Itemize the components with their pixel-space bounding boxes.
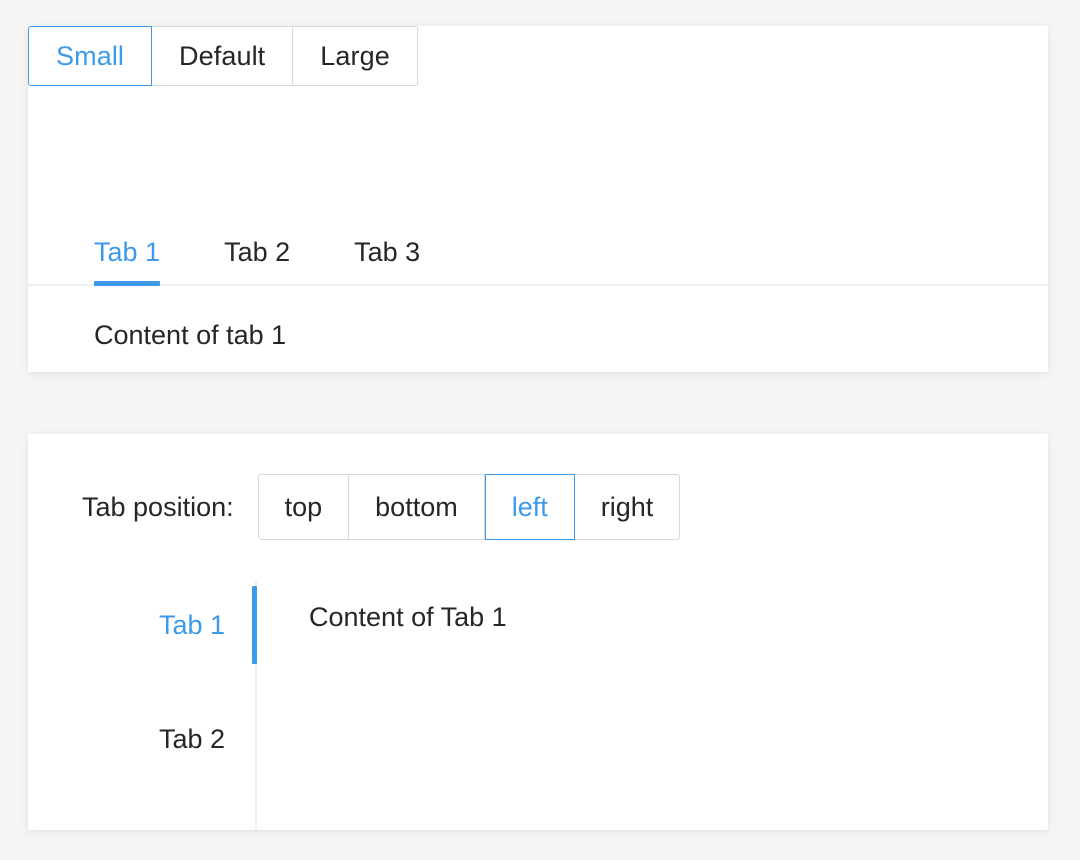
vertical-tab-2[interactable]: Tab 2: [28, 700, 255, 778]
tab-1[interactable]: Tab 1: [94, 237, 160, 284]
vertical-tab-gap: [28, 664, 255, 700]
page-root: Small Default Large Tab 1 Tab 2 Tab 3: [0, 0, 1080, 860]
tab-size-option-default-label: Default: [179, 41, 265, 72]
top-tabs-panel: Content of tab 1: [28, 286, 1048, 351]
tab-2-label: Tab 2: [224, 237, 290, 267]
tab-size-option-large[interactable]: Large: [293, 26, 418, 86]
tab-size-option-small-label: Small: [56, 41, 124, 72]
tab-position-label: Tab position:: [82, 492, 234, 523]
tab-position-option-left-label: left: [512, 492, 548, 523]
tab-position-option-top[interactable]: top: [258, 474, 350, 540]
vertical-tab-1[interactable]: Tab 1: [28, 586, 255, 664]
tab-3-label: Tab 3: [354, 237, 420, 267]
vertical-tab-1-label: Tab 1: [159, 610, 225, 641]
top-tabs: Tab 1 Tab 2 Tab 3 Content of tab 1: [28, 222, 1048, 351]
tab-size-radio-group[interactable]: Small Default Large: [28, 26, 418, 86]
tab-position-option-bottom-label: bottom: [375, 492, 458, 523]
tab-size-option-default[interactable]: Default: [152, 26, 293, 86]
top-tabs-nav: Tab 1 Tab 2 Tab 3: [28, 222, 1048, 286]
left-tabs: Tab 1 Tab 2 Content of Tab 1: [28, 580, 1048, 830]
tab-position-option-right-label: right: [601, 492, 654, 523]
tabs-position-demo-card: Tab position: top bottom left right T: [28, 434, 1048, 830]
tab-position-option-left[interactable]: left: [485, 474, 575, 540]
tab-position-radio-group[interactable]: top bottom left right: [258, 474, 681, 540]
tab-position-row: Tab position: top bottom left right: [82, 474, 680, 540]
tab-position-option-bottom[interactable]: bottom: [349, 474, 485, 540]
tab-size-option-large-label: Large: [320, 41, 390, 72]
tab-3[interactable]: Tab 3: [354, 237, 420, 284]
tab-size-option-small[interactable]: Small: [28, 26, 152, 86]
tab-position-option-top-label: top: [285, 492, 323, 523]
tab-1-label: Tab 1: [94, 237, 160, 267]
vertical-tab-2-label: Tab 2: [159, 724, 225, 755]
tab-2[interactable]: Tab 2: [224, 237, 290, 284]
tabs-size-demo-card: Small Default Large Tab 1 Tab 2 Tab 3: [28, 26, 1048, 372]
left-tabs-panel: Content of Tab 1: [257, 580, 1048, 830]
tab-position-option-right[interactable]: right: [575, 474, 681, 540]
left-tabs-nav: Tab 1 Tab 2: [28, 580, 257, 830]
